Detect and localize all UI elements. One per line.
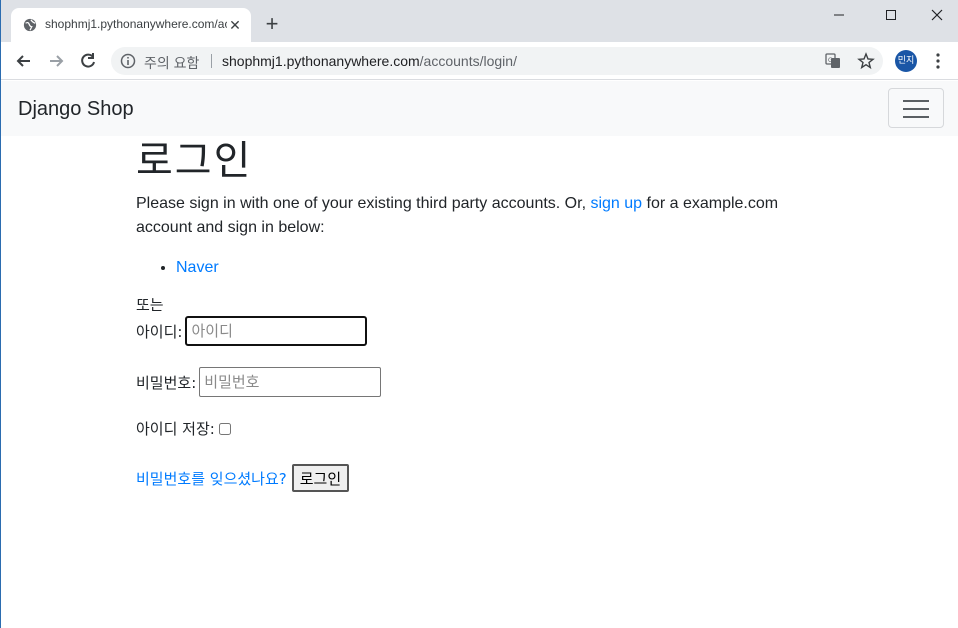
remember-checkbox[interactable] <box>218 422 231 435</box>
omnibox-divider <box>211 54 212 68</box>
info-icon[interactable] <box>120 53 136 69</box>
security-label[interactable]: 주의 요함 <box>144 53 199 73</box>
url-path: /accounts/login/ <box>419 53 517 69</box>
tab-strip: shophmj1.pythonanywhere.com/accounts/log… <box>1 0 958 42</box>
forgot-password-link[interactable]: 비밀번호를 잊으셨나요? <box>136 468 287 489</box>
bookmark-star-icon[interactable] <box>857 52 875 70</box>
browser-window: shophmj1.pythonanywhere.com/accounts/log… <box>0 0 958 628</box>
site-navbar: Django Shop <box>1 81 958 136</box>
signup-link[interactable]: sign up <box>590 195 642 212</box>
hamburger-icon <box>903 100 929 102</box>
url-text[interactable]: shophmj1.pythonanywhere.com/accounts/log… <box>222 53 517 69</box>
login-content: 로그인 Please sign in with one of your exis… <box>136 136 796 492</box>
browser-toolbar: 주의 요함 shophmj1.pythonanywhere.com/accoun… <box>1 42 958 80</box>
profile-avatar[interactable]: 민지 <box>895 50 917 72</box>
new-tab-icon[interactable]: + <box>263 13 281 35</box>
browser-tab[interactable]: shophmj1.pythonanywhere.com/accounts/log… <box>11 8 251 42</box>
reload-icon[interactable] <box>78 51 98 71</box>
svg-text:G: G <box>828 57 833 64</box>
password-row: 비밀번호: <box>136 367 796 397</box>
globe-icon <box>23 18 37 32</box>
navbar-brand[interactable]: Django Shop <box>18 98 134 121</box>
naver-login-link[interactable]: Naver <box>176 259 219 276</box>
intro-text: Please sign in with one of your existing… <box>136 192 786 240</box>
close-tab-icon[interactable]: ✕ <box>227 17 243 33</box>
tab-title: shophmj1.pythonanywhere.com/accounts/log… <box>45 17 227 31</box>
actions-row: 비밀번호를 잊으셨나요? 로그인 <box>136 464 796 492</box>
page-title: 로그인 <box>136 138 253 184</box>
navbar-toggler-button[interactable] <box>888 88 944 128</box>
remember-label: 아이디 저장: <box>136 420 215 438</box>
list-item: Naver <box>176 256 796 280</box>
or-divider-text: 또는 <box>136 296 164 314</box>
username-input[interactable] <box>185 316 368 346</box>
back-arrow-icon[interactable] <box>14 51 34 71</box>
forward-arrow-icon[interactable] <box>46 51 66 71</box>
username-label: 아이디: <box>136 322 183 341</box>
translate-icon[interactable]: G <box>825 53 841 69</box>
intro-before: Please sign in with one of your existing… <box>136 195 591 212</box>
maximize-icon[interactable] <box>881 6 901 24</box>
address-bar[interactable]: 주의 요함 shophmj1.pythonanywhere.com/accoun… <box>111 47 883 75</box>
remember-row: 아이디 저장: <box>136 418 796 439</box>
password-input[interactable] <box>199 367 382 397</box>
password-label: 비밀번호: <box>136 373 197 392</box>
username-row: 아이디: <box>136 316 796 346</box>
social-provider-list: Naver <box>136 256 796 280</box>
login-button[interactable]: 로그인 <box>291 464 350 492</box>
window-close-icon[interactable] <box>927 6 947 24</box>
url-host: shophmj1.pythonanywhere.com <box>222 53 420 69</box>
more-menu-icon[interactable] <box>929 52 947 70</box>
minimize-icon[interactable] <box>829 6 849 24</box>
